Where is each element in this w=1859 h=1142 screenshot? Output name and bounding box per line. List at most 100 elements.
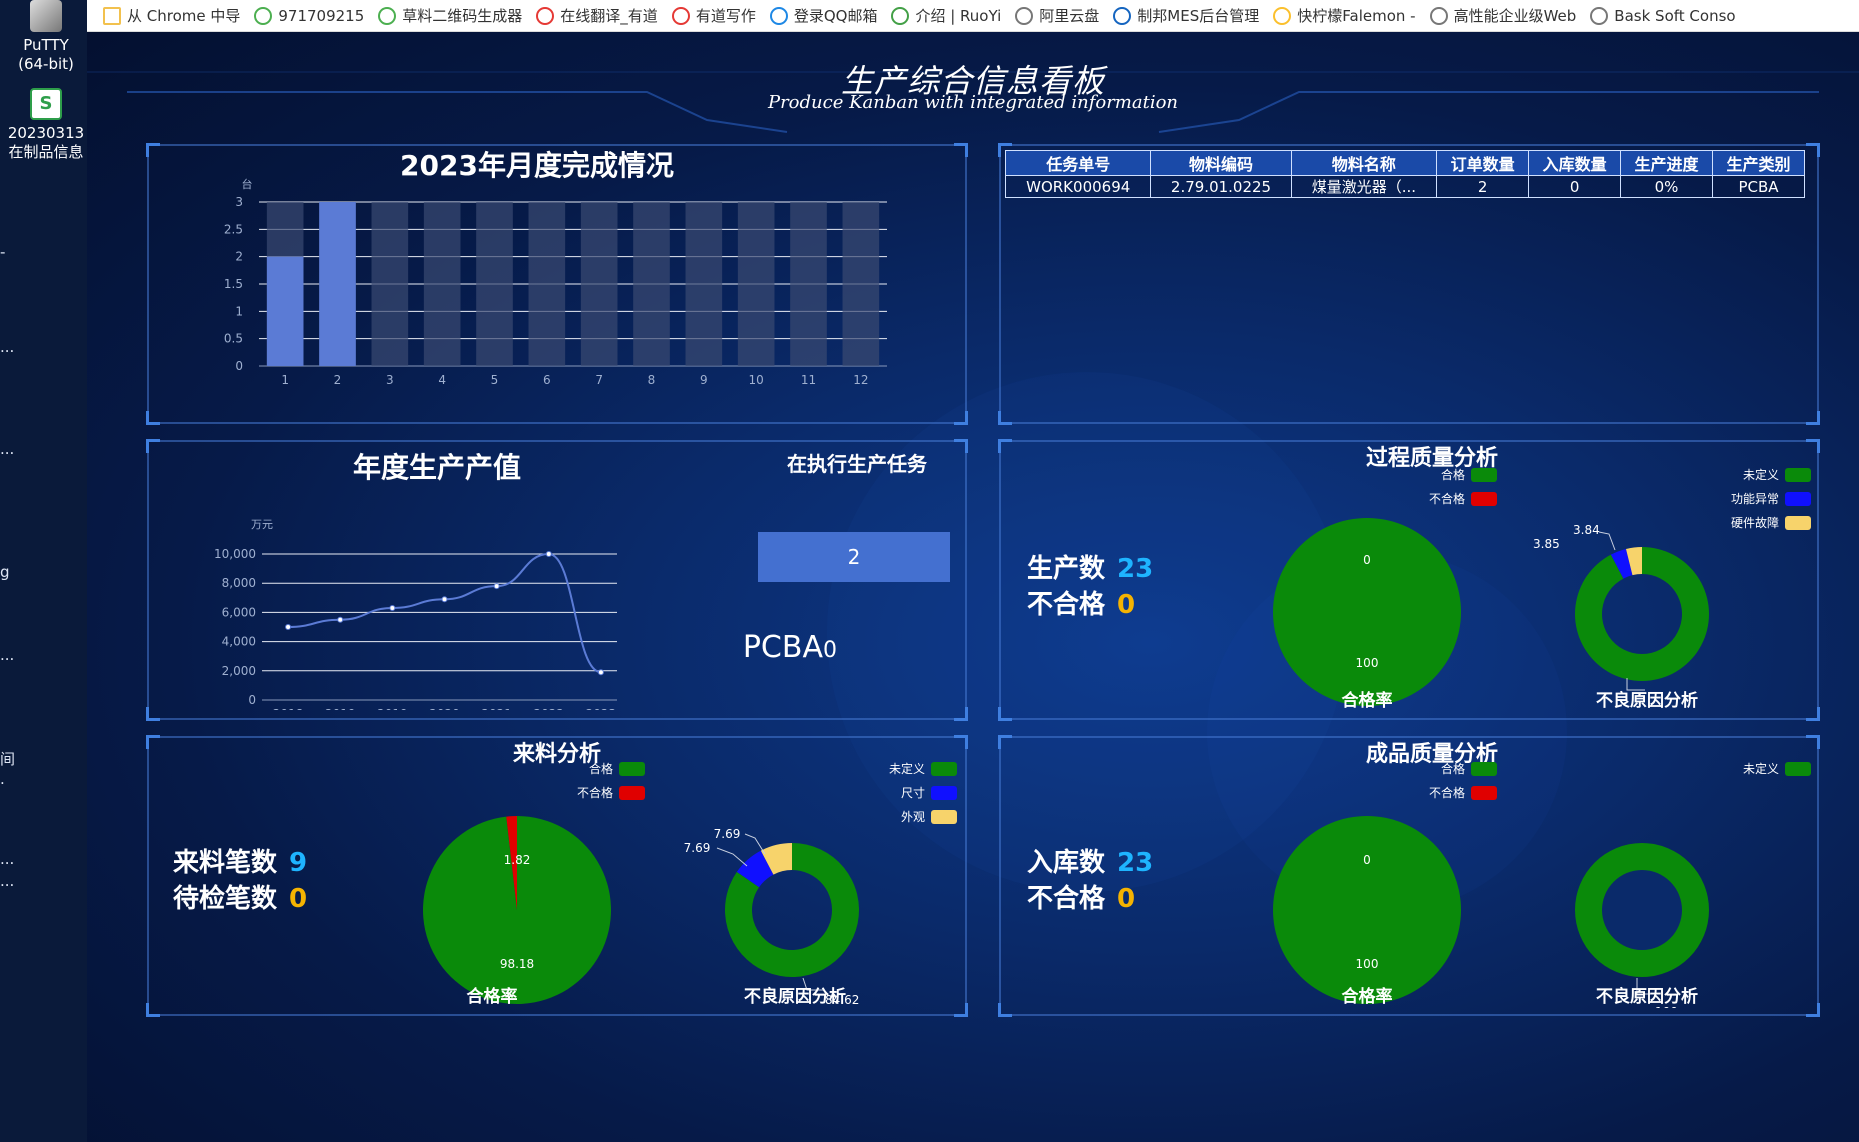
desktop-edge-text: ...: [0, 872, 15, 890]
bookmark-label: 阿里云盘: [1039, 7, 1100, 25]
process-pass-rate-pie: 0 100: [1273, 518, 1461, 706]
legend-label: 合格: [1440, 762, 1465, 776]
executing-value-bar: 2: [758, 532, 950, 582]
legend-label: 合格: [588, 762, 613, 776]
stat-value: 0: [289, 884, 308, 914]
data-label: 7.69: [714, 827, 741, 841]
legend-item[interactable]: 未定义: [1691, 466, 1811, 483]
desktop-edge-text: ...: [0, 850, 15, 868]
desktop-edge-text: -: [0, 243, 6, 261]
data-label: 0: [1363, 553, 1371, 567]
x-tick-label: 2023: [586, 707, 617, 710]
task-table-header-cell: 物料名称: [1290, 150, 1438, 176]
legend-item[interactable]: 不合格: [1377, 490, 1497, 507]
bar: [266, 256, 304, 366]
pie-slice: [1273, 518, 1461, 706]
legend-item[interactable]: 功能异常: [1691, 490, 1811, 507]
task-table-header-cell: 入库数量: [1528, 150, 1622, 176]
bookmark-item[interactable]: 高性能企业级Web: [1429, 5, 1576, 26]
data-point: [389, 605, 396, 612]
legend-item[interactable]: 不合格: [525, 784, 645, 801]
table-cell: 0%: [1620, 175, 1714, 198]
table-row[interactable]: WORK000694 2.79.01.0225 煤量激光器（... 2 0 0% PCBA: [1004, 175, 1805, 198]
legend-swatch: [1785, 761, 1811, 776]
legend-swatch: [931, 785, 957, 800]
dashboard: 生产综合信息看板 Produce Kanban with integrated …: [87, 32, 1859, 1142]
legend-label: 未定义: [888, 762, 925, 776]
bookmark-item[interactable]: 登录QQ邮箱: [769, 5, 877, 26]
legend-item[interactable]: 外观: [837, 808, 957, 825]
x-tick-label: 2018: [273, 707, 304, 710]
bar-background: [685, 202, 723, 366]
bookmark-item[interactable]: 草料二维码生成器: [378, 5, 522, 26]
globe-icon: [254, 6, 273, 25]
bar-background: [737, 202, 775, 366]
screen: PuTTY (64-bit) S 20230313 在制品信息 - ... ..…: [0, 0, 1859, 1142]
legend-swatch: [931, 761, 957, 776]
x-tick-label: 2019: [377, 707, 408, 710]
task-table-header-cell: 生产进度: [1620, 150, 1714, 176]
desktop-icon-label: PuTTY: [23, 36, 69, 54]
legend-swatch: [1785, 491, 1811, 506]
y-tick-label: 10,000: [214, 547, 256, 561]
legend-swatch: [619, 785, 645, 800]
task-table-header-cell: 订单数量: [1436, 150, 1530, 176]
legend-item[interactable]: 未定义: [1691, 760, 1811, 777]
legend-item[interactable]: 尺寸: [837, 784, 957, 801]
x-tick-label: 2: [334, 373, 342, 387]
legend-item[interactable]: 不合格: [1377, 784, 1497, 801]
bookmark-item[interactable]: 制邦MES后台管理: [1113, 5, 1259, 26]
bookmark-item[interactable]: 快柠檬Falemon -: [1273, 5, 1416, 26]
bookmark-item[interactable]: Bask Soft Conso: [1590, 6, 1736, 25]
data-label: 0: [1363, 853, 1371, 867]
x-tick-label: 12: [853, 373, 868, 387]
bookmarks-bar: 从 Chrome 中导 971709215 草料二维码生成器 在线翻译_有道 有道写作 登…: [87, 0, 1859, 32]
table-cell: WORK000694: [1004, 175, 1152, 198]
lemon-icon: [1273, 6, 1292, 25]
legend-label: 不合格: [576, 786, 613, 800]
stat-label: 入库数: [1027, 848, 1106, 878]
donut-hole: [1602, 870, 1682, 950]
legend-item[interactable]: 合格: [525, 760, 645, 777]
table-cell: PCBA: [1712, 175, 1805, 198]
bookmark-item[interactable]: 在线翻译_有道: [536, 5, 658, 26]
desktop-edge-text: ...: [0, 440, 15, 458]
stat-value: 0: [1117, 590, 1136, 620]
legend-label: 未定义: [1742, 762, 1779, 776]
bookmark-label: 制邦MES后台管理: [1137, 7, 1260, 25]
bookmark-item[interactable]: 介绍 | RuoYi: [891, 5, 1001, 26]
label-leader-line: [716, 847, 748, 867]
legend-item[interactable]: 未定义: [837, 760, 957, 777]
x-tick-label: 2022: [534, 707, 565, 710]
x-tick-label: 7: [595, 373, 603, 387]
legend-item[interactable]: 硬件故障: [1691, 514, 1811, 531]
bookmark-item[interactable]: 从 Chrome 中导: [103, 5, 240, 26]
incoming-reason-donut: 84.627.697.69: [684, 827, 860, 1007]
bookmark-item[interactable]: 有道写作: [671, 5, 756, 26]
legend-item[interactable]: 合格: [1377, 760, 1497, 777]
folder-icon: [103, 6, 121, 25]
bar: [319, 202, 356, 366]
final-defect-stat: 不合格 0: [1027, 878, 1135, 915]
desktop-edge-text: ...: [0, 646, 15, 664]
mes-icon: [1113, 6, 1132, 25]
desktop-icon-label: 在制品信息: [8, 143, 84, 161]
desktop-icon-spreadsheet[interactable]: S 20230313 在制品信息: [6, 88, 86, 162]
process-pass-caption: 合格率: [1341, 691, 1393, 711]
process-reason-donut: 92.313.853.84: [1533, 523, 1709, 691]
youdao-icon: [536, 6, 555, 25]
y-tick-label: 6,000: [222, 605, 256, 619]
x-tick-label: 1: [281, 373, 289, 387]
bookmark-item[interactable]: 阿里云盘: [1015, 5, 1099, 26]
youdao-write-icon: [671, 6, 690, 25]
data-label: 7.69: [684, 841, 711, 855]
data-label: 1.82: [504, 853, 531, 867]
legend-item[interactable]: 合格: [1377, 466, 1497, 483]
bookmark-item[interactable]: 971709215: [254, 6, 364, 25]
incoming-count-stat: 来料笔数 9: [173, 842, 307, 879]
dashboard-header: 生产综合信息看板 Produce Kanban with integrated …: [87, 32, 1859, 142]
executing-value: 0: [823, 638, 837, 663]
data-label: 3.85: [1533, 537, 1560, 551]
legend-swatch: [1471, 467, 1497, 482]
desktop-icon-putty[interactable]: PuTTY (64-bit): [6, 0, 86, 74]
